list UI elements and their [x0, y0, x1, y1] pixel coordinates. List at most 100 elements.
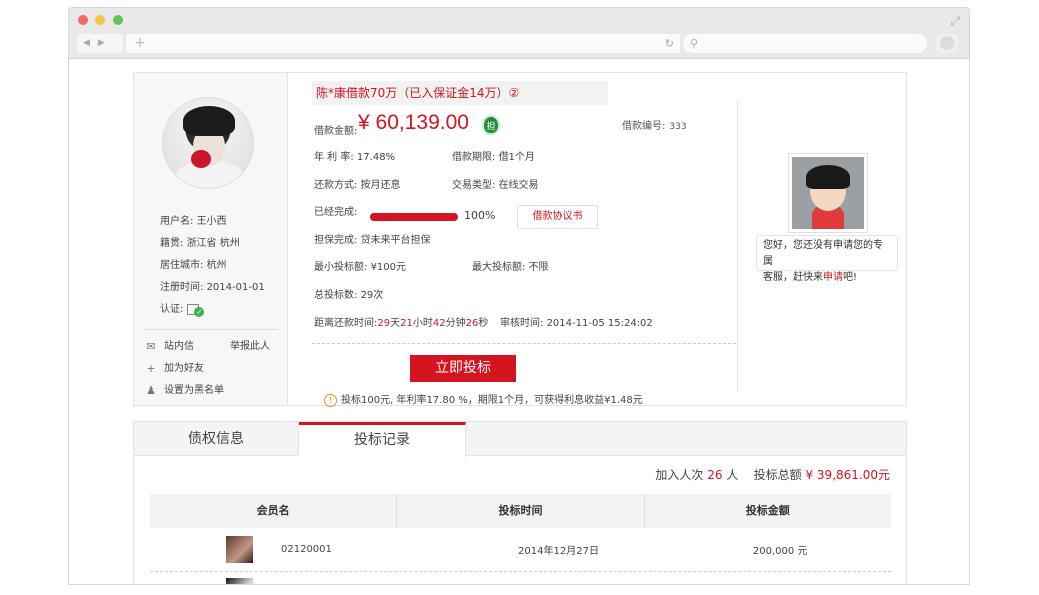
avatar-shirt [175, 162, 245, 188]
tab-bid-records[interactable]: 投标记录 [299, 422, 466, 457]
trade-field: 交易类型: 在线交易 [452, 176, 539, 191]
native-label: 籍贯: [160, 238, 184, 249]
max-bid-label: 最大投标额: [472, 262, 526, 273]
member-avatar[interactable] [226, 536, 253, 563]
total-value: ¥ 39,861.00元 [805, 468, 890, 482]
cs-hair [806, 165, 850, 189]
loan-detail-panel: 用户名: 王小西 籍贯: 浙江省 杭州 居住城市: 杭州 注册时间: 2014-… [133, 72, 907, 407]
header-member: 会员名 [150, 494, 398, 528]
vertical-divider [737, 99, 738, 391]
new-tab-icon[interactable]: + [134, 34, 146, 52]
cs-line2-pre: 客服，赶快来 [763, 272, 823, 283]
rate-label: 年 利 率: [314, 152, 354, 163]
term-label: 借款期限: [452, 152, 496, 163]
extension-button[interactable] [936, 34, 958, 53]
table-row [150, 574, 891, 584]
countdown-hours-unit: 小时 [412, 318, 433, 329]
review-value: 2014-11-05 15:24:02 [546, 318, 653, 329]
blacklist-link[interactable]: ♟ 设置为黑名单 [144, 380, 284, 402]
tab-creditor-info[interactable]: 债权信息 [134, 422, 299, 456]
cs-avatar-image [792, 157, 864, 229]
min-bid-field: 最小投标额: ¥100元 [314, 258, 406, 273]
member-avatar[interactable] [226, 578, 253, 584]
city-value: 杭州 [206, 260, 227, 271]
guarantee-badge-icon: 担 [482, 115, 500, 135]
header-amount: 投标金额 [745, 504, 790, 517]
browser-toolbar: ⤢ ◀▶ + ↻ ⚲ [69, 8, 969, 59]
repay-value: 按月还息 [360, 180, 401, 191]
user-block-icon: ♟ [146, 384, 156, 397]
blacklist-label: 设置为黑名单 [164, 385, 224, 396]
register-value: 2014-01-01 [206, 282, 265, 293]
done-label: 已经完成: [314, 207, 358, 218]
username-row: 用户名: 王小西 [160, 211, 265, 233]
review-label: 审核时间: [500, 318, 544, 329]
back-forward-buttons[interactable]: ◀▶ [77, 34, 123, 53]
bid-now-button[interactable]: 立即投标 [410, 355, 516, 382]
time-cell: 2014年12月27日 [518, 546, 599, 557]
close-window-dot[interactable] [78, 15, 88, 25]
guarantee-field: 担保完成: 贷未来平台担保 [314, 231, 431, 246]
id-verified-icon [187, 303, 205, 317]
borrower-info: 用户名: 王小西 籍贯: 浙江省 杭州 居住城市: 杭州 注册时间: 2014-… [160, 211, 265, 321]
loan-number: 借款编号: 333 [622, 117, 687, 132]
countdown-field: 距离还款时间:29天21小时42分钟26秒 [314, 314, 488, 329]
countdown-seconds-unit: 秒 [478, 318, 489, 329]
fullscreen-icon[interactable]: ⤢ [950, 14, 960, 29]
minimize-window-dot[interactable] [95, 15, 105, 25]
member-cell [150, 574, 448, 584]
divider [144, 329, 278, 330]
warning-icon: ! [324, 393, 337, 407]
trade-label: 交易类型: [452, 180, 496, 191]
customer-service-avatar[interactable] [788, 153, 868, 233]
message-link[interactable]: ✉ 站内信 举报此人 [144, 336, 284, 358]
term-value: 借1个月 [498, 152, 535, 163]
dashed-divider [312, 343, 736, 344]
countdown-seconds: 26 [465, 318, 479, 329]
report-link[interactable]: 举报此人 [230, 336, 270, 358]
term-field: 借款期限: 借1个月 [452, 148, 535, 163]
borrower-sidebar: 用户名: 王小西 籍贯: 浙江省 杭州 居住城市: 杭州 注册时间: 2014-… [134, 73, 288, 405]
countdown-label: 距离还款时间: [314, 318, 378, 329]
bid-count-field: 总投标数: 29次 [314, 286, 383, 301]
address-bar[interactable]: + ↻ [126, 34, 680, 53]
time-cell [448, 574, 670, 584]
interest-hint-text: 投标100元, 年利率17.80 %，期限1个月，可获得利息收益¥1.48元 [341, 395, 643, 406]
loan-amount: ¥ 60,139.00 [358, 111, 469, 134]
bid-summary: 加入人次 26 人 投标总额 ¥ 39,861.00元 [655, 466, 890, 483]
countdown-days: 29 [377, 318, 391, 329]
max-bid-field: 最大投标额: 不限 [472, 258, 549, 273]
count-label: 加入人次 [655, 468, 704, 482]
loan-number-value: 333 [669, 122, 687, 132]
interest-hint: ! 投标100元, 年利率17.80 %，期限1个月，可获得利息收益¥1.48元 [324, 391, 643, 407]
min-bid-label: 最小投标额: [314, 262, 368, 273]
rate-field: 年 利 率: 17.48% [314, 148, 395, 163]
repay-field: 还款方式: 按月还息 [314, 176, 401, 191]
count-value: 26 [707, 468, 723, 482]
loan-title[interactable]: 陈*康借款70万（已入保证金14万）② [312, 81, 608, 105]
table-header: 会员名 投标时间 投标金额 [150, 494, 891, 528]
total-label: 投标总额 [753, 468, 802, 482]
guarantee-label: 担保完成: [314, 235, 358, 246]
browser-search-input[interactable]: ⚲ [683, 34, 927, 53]
countdown-minutes-unit: 分钟 [445, 318, 466, 329]
borrower-avatar[interactable] [162, 97, 254, 189]
search-icon: ⚲ [690, 37, 699, 50]
count-unit: 人 [726, 468, 739, 482]
register-label: 注册时间: [160, 282, 204, 293]
envelope-icon: ✉ [146, 340, 156, 353]
maximize-window-dot[interactable] [113, 15, 123, 25]
trade-value: 在线交易 [498, 180, 539, 191]
reload-icon[interactable]: ↻ [665, 34, 674, 53]
apply-link[interactable]: 申请 [823, 272, 843, 283]
plus-icon: + [146, 362, 156, 375]
funding-percent: 100% [464, 209, 496, 222]
repay-label: 还款方式: [314, 180, 358, 191]
verify-label: 认证: [160, 304, 184, 315]
loan-agreement-button[interactable]: 借款协议书 [517, 205, 598, 229]
native-value: 浙江省 杭州 [186, 238, 240, 249]
cs-line2-post: 吧! [843, 272, 858, 283]
amount-cell: 200,000 元 [752, 546, 808, 557]
add-friend-link[interactable]: + 加为好友 [144, 358, 284, 380]
message-label: 站内信 [164, 341, 194, 352]
